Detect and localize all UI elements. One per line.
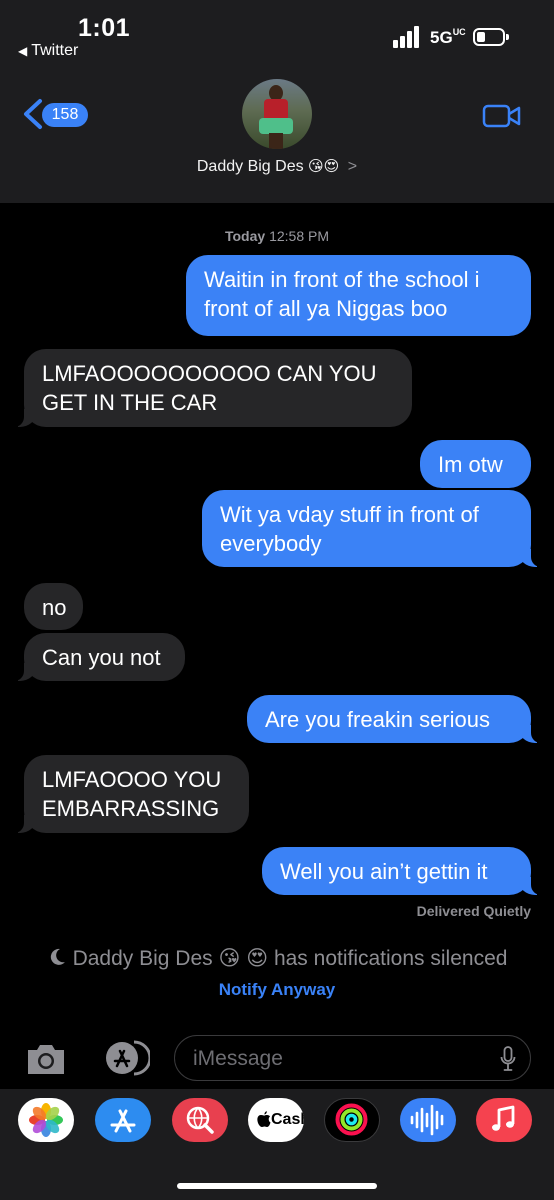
message-line: Im otw xyxy=(438,452,503,477)
app-store-apps-icon[interactable] xyxy=(98,1040,150,1076)
message-line: everybody xyxy=(220,531,322,556)
app-store-icon[interactable] xyxy=(95,1098,151,1142)
contact-emojis: 😘😍 xyxy=(308,158,340,175)
message-line: LMFAOOOOOOOOOO CAN YOU xyxy=(42,361,377,386)
contact-name-row[interactable]: Daddy Big Des 😘😍 > xyxy=(0,157,554,176)
apple-cash-icon[interactable]: Cash xyxy=(248,1098,304,1142)
silenced-contact-name: Daddy Big Des xyxy=(72,947,213,970)
back-triangle-icon: ◀ xyxy=(18,44,28,58)
delivery-status: Delivered Quietly xyxy=(416,903,531,919)
message-line: no xyxy=(42,595,67,620)
outgoing-message[interactable]: Well you ain’t gettin it xyxy=(262,847,543,895)
network-suffix: UC xyxy=(452,27,466,37)
timestamp-time: 12:58 PM xyxy=(269,228,330,244)
conversation-header: 1:01 ◀ Twitter 5GUC 158 Daddy Big Des 😘😍 … xyxy=(0,0,554,203)
notifications-silenced-notice: Daddy Big Des 😘 😍 has notifications sile… xyxy=(0,946,554,971)
app-store-glyph xyxy=(110,1109,136,1133)
moon-icon xyxy=(50,948,65,965)
message-line: Well you ain’t gettin it xyxy=(280,859,488,884)
fitness-icon[interactable] xyxy=(324,1098,380,1142)
cash-label: Cash xyxy=(271,1111,304,1128)
notify-anyway-button[interactable]: Notify Anyway xyxy=(0,980,554,1000)
photos-icon[interactable] xyxy=(18,1098,74,1142)
outgoing-message[interactable]: Wit ya vday stuff in front of everybody xyxy=(202,490,543,567)
outgoing-message[interactable]: Are you freakin serious xyxy=(247,695,543,743)
message-line: front of all ya Niggas boo xyxy=(204,296,448,321)
message-line: Wit ya vday stuff in front of xyxy=(220,502,479,527)
message-timestamp: Today 12:58 PM xyxy=(0,228,554,244)
message-line: GET IN THE CAR xyxy=(42,390,218,415)
contact-chevron-icon: > xyxy=(347,158,358,175)
incoming-message[interactable]: no xyxy=(24,583,83,630)
network-indicator: 5GUC xyxy=(430,28,466,48)
battery-icon xyxy=(473,28,509,46)
search-web-icon[interactable] xyxy=(172,1098,228,1142)
message-compose-field[interactable] xyxy=(174,1035,531,1081)
incoming-message[interactable]: LMFAOOOO YOU EMBARRASSING xyxy=(12,755,249,833)
imessage-input[interactable] xyxy=(191,1043,485,1075)
back-app-label: Twitter xyxy=(31,42,79,59)
waveform-glyph xyxy=(410,1104,444,1136)
music-icon[interactable] xyxy=(476,1098,532,1142)
outgoing-message[interactable]: Waitin in front of the school i front of… xyxy=(186,255,531,336)
message-line: Are you freakin serious xyxy=(265,707,490,732)
contact-name: Daddy Big Des xyxy=(196,158,304,175)
photos-flower xyxy=(29,1103,63,1137)
search-globe-glyph xyxy=(186,1106,214,1134)
message-line: Can you not xyxy=(42,645,161,670)
camera-icon[interactable] xyxy=(24,1041,68,1077)
network-label: 5G xyxy=(430,28,453,47)
message-line: LMFAOOOO YOU xyxy=(42,767,222,792)
silenced-emojis: 😘 😍 xyxy=(218,947,269,970)
audio-message-icon[interactable] xyxy=(400,1098,456,1142)
outgoing-message[interactable]: Im otw xyxy=(420,440,531,488)
activity-rings-glyph xyxy=(335,1103,368,1136)
music-note-glyph xyxy=(492,1105,515,1131)
back-to-app-link[interactable]: ◀ Twitter xyxy=(18,42,78,60)
message-line: EMBARRASSING xyxy=(42,796,220,821)
microphone-icon[interactable] xyxy=(500,1046,516,1072)
unread-count-badge[interactable]: 158 xyxy=(42,103,88,127)
silenced-text: has notifications silenced xyxy=(273,947,508,970)
status-time: 1:01 xyxy=(78,14,131,42)
home-indicator[interactable] xyxy=(177,1183,377,1189)
signal-icon xyxy=(393,24,423,48)
incoming-message[interactable]: LMFAOOOOOOOOOO CAN YOU GET IN THE CAR xyxy=(12,349,412,427)
message-line: Waitin in front of the school i xyxy=(204,267,480,292)
incoming-message[interactable]: Can you not xyxy=(12,633,185,681)
timestamp-day: Today xyxy=(224,228,266,244)
facetime-video-icon[interactable] xyxy=(482,103,522,129)
contact-avatar[interactable] xyxy=(242,79,312,149)
